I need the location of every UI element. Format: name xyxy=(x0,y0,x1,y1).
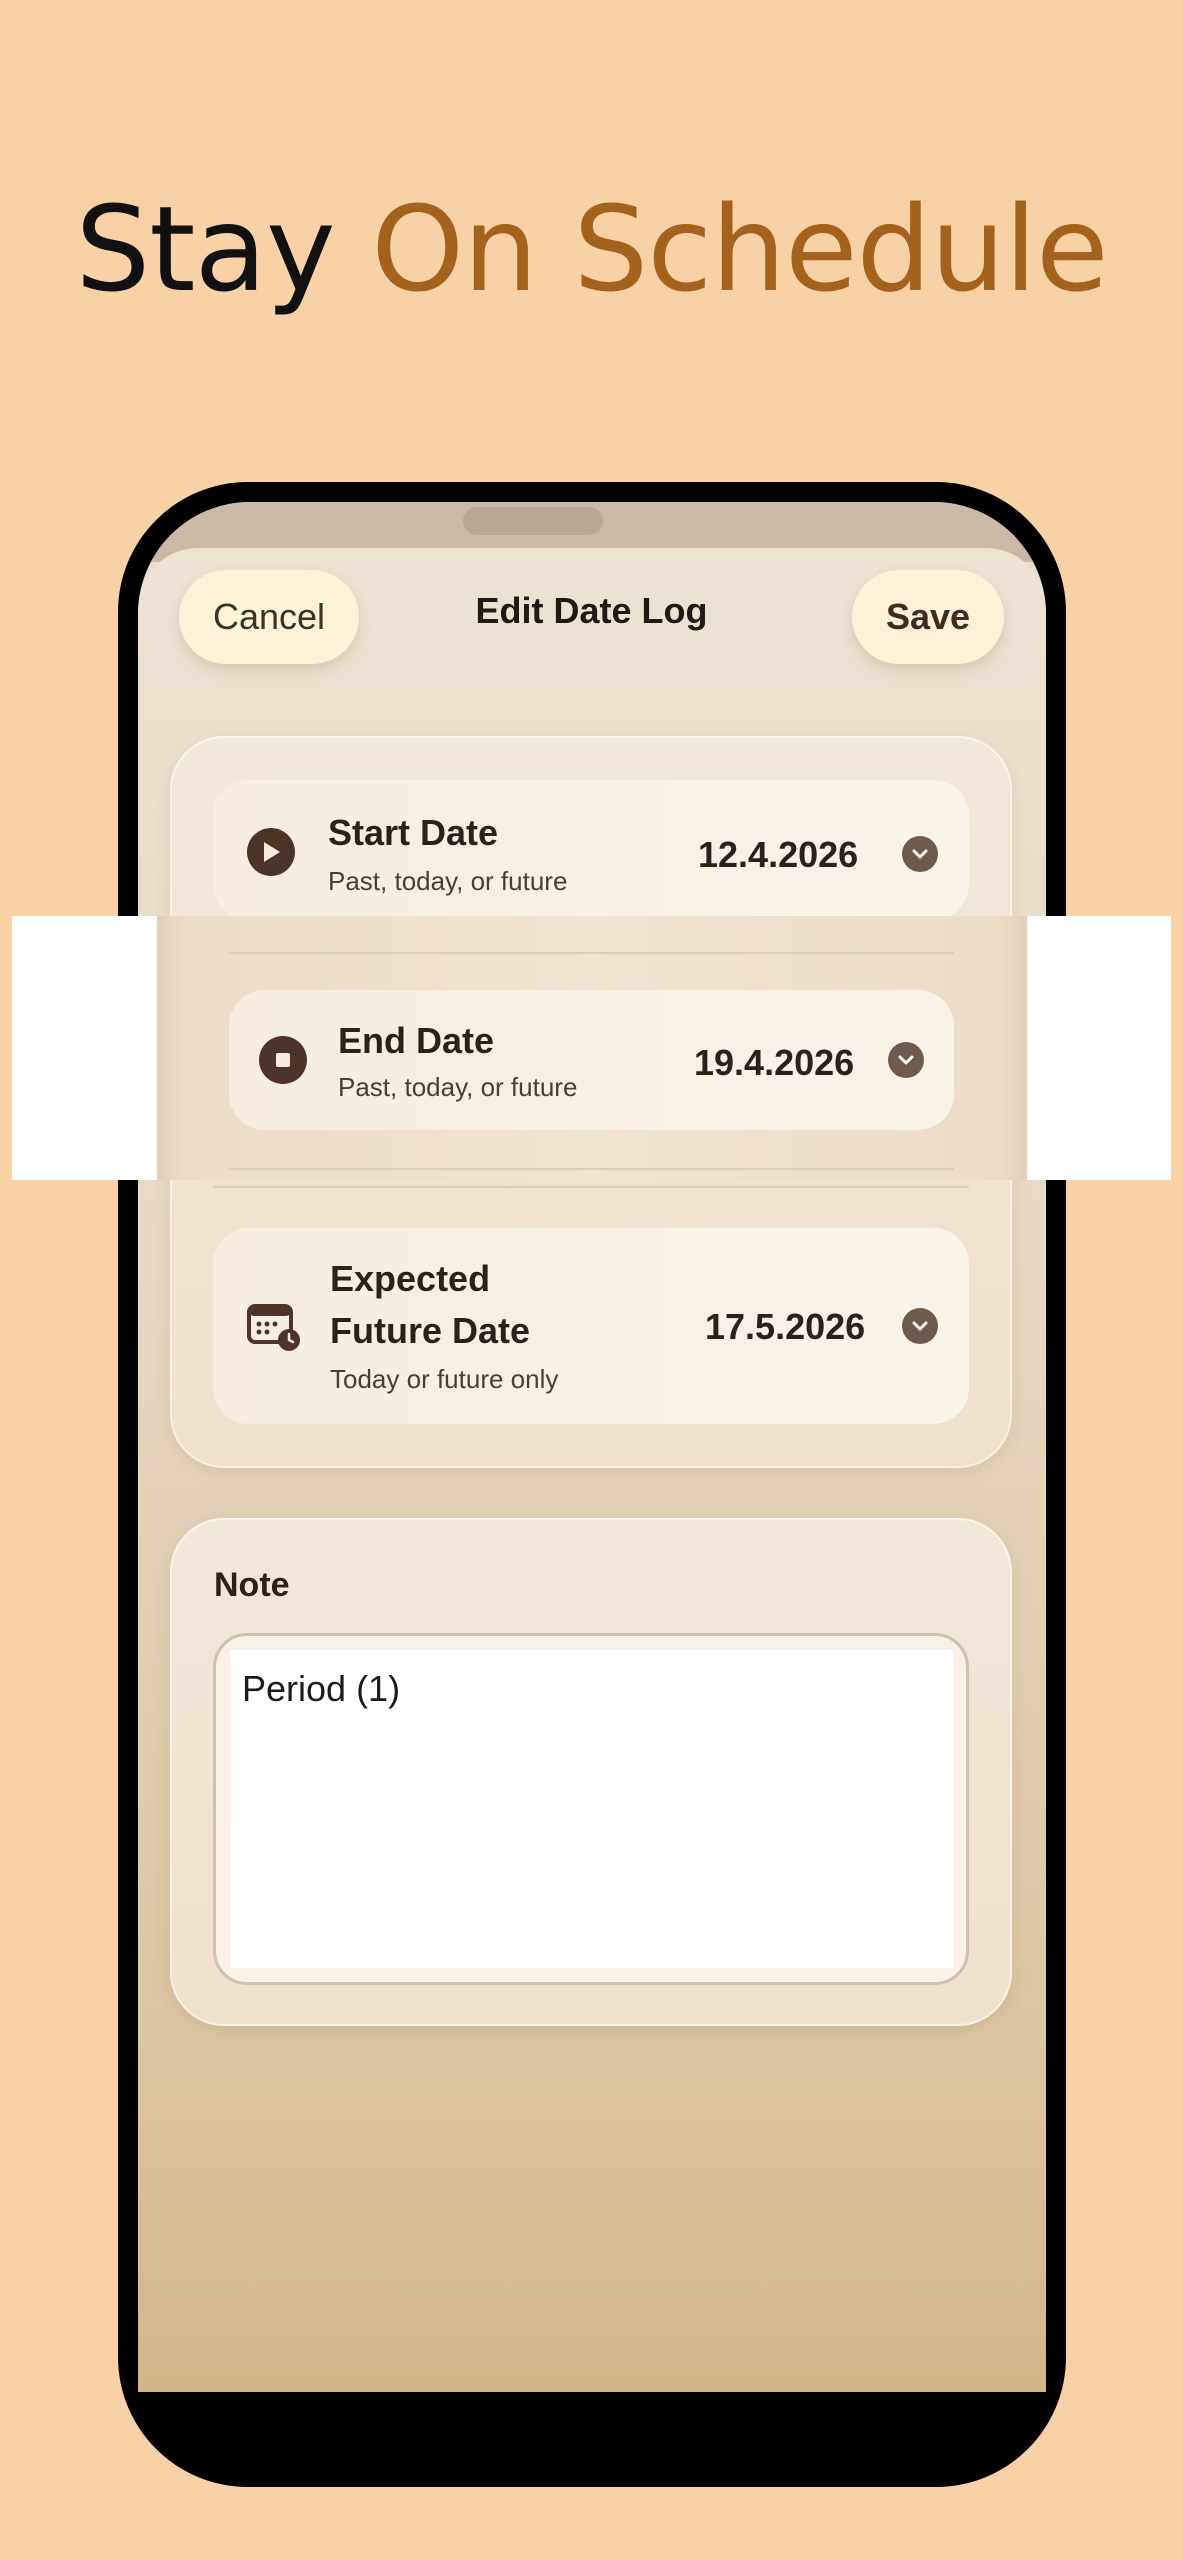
expected-date-title-line2: Future Date xyxy=(330,1310,531,1351)
stop-icon xyxy=(259,1036,307,1084)
headline-plain: Stay xyxy=(75,180,335,318)
calendar-clock-icon xyxy=(247,1300,301,1352)
expected-date-value[interactable]: 17.5.2026 xyxy=(705,1306,865,1348)
end-date-subtitle: Past, today, or future xyxy=(338,1072,578,1102)
divider xyxy=(213,1186,969,1188)
expected-date-title-line1: Expected xyxy=(330,1258,491,1299)
note-text[interactable]: Period (1) xyxy=(242,1668,400,1710)
overlay-right-panel xyxy=(1027,916,1171,1180)
divider xyxy=(229,1168,954,1170)
sheet-title: Edit Date Log xyxy=(475,590,708,631)
start-date-subtitle: Past, today, or future xyxy=(328,866,568,896)
note-label: Note xyxy=(214,1566,290,1604)
headline-accent: On Schedule xyxy=(371,180,1108,318)
divider xyxy=(229,952,954,954)
start-date-title: Start Date xyxy=(328,812,499,853)
end-date-value[interactable]: 19.4.2026 xyxy=(694,1042,854,1084)
save-button[interactable]: Save xyxy=(852,570,1004,664)
dynamic-island xyxy=(463,507,603,535)
overlay-left-panel xyxy=(12,916,157,1180)
end-date-title: End Date xyxy=(338,1020,495,1061)
start-date-value[interactable]: 12.4.2026 xyxy=(698,834,858,876)
play-icon xyxy=(247,828,295,876)
chevron-down-icon[interactable] xyxy=(902,836,938,872)
chevron-down-icon[interactable] xyxy=(888,1042,924,1078)
chevron-down-icon[interactable] xyxy=(902,1308,938,1344)
cancel-button[interactable]: Cancel xyxy=(179,570,359,664)
headline: Stay On Schedule xyxy=(0,180,1183,318)
expected-date-subtitle: Today or future only xyxy=(330,1364,559,1394)
